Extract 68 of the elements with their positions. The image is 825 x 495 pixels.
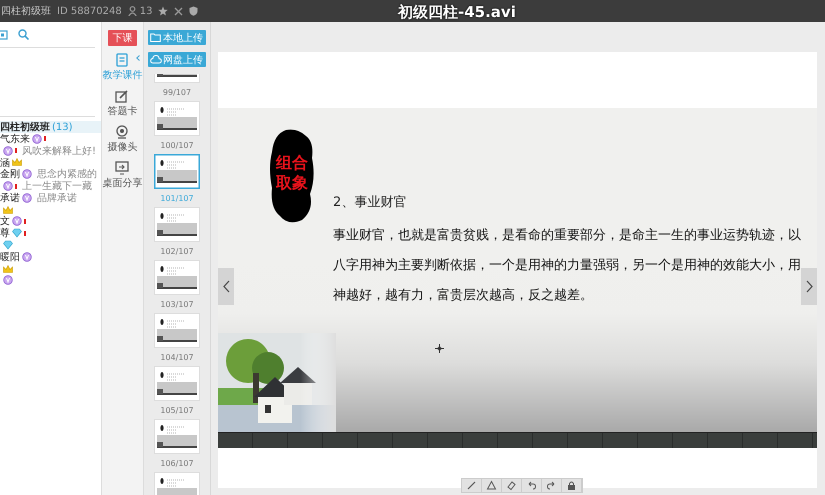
diamond-icon <box>12 228 22 238</box>
crown-icon <box>3 204 13 215</box>
tool-button[interactable]: 答题卡 <box>102 89 143 118</box>
vip-badge-icon <box>3 275 13 286</box>
edit-icon <box>115 89 130 103</box>
folder-icon <box>150 32 162 43</box>
previous-page-button[interactable] <box>218 268 234 305</box>
eraser-icon <box>506 480 517 491</box>
tool-button[interactable]: 摄像头 <box>102 125 143 154</box>
cross-icon[interactable] <box>174 6 184 16</box>
webcam-icon <box>115 125 130 139</box>
page-number: 106/107 <box>160 459 194 468</box>
lock-icon <box>566 480 577 491</box>
page-number: 99/107 <box>162 88 192 97</box>
page-number: 105/107 <box>160 406 194 415</box>
undo-icon <box>526 480 537 491</box>
chat-message: 思念内紧感的 <box>37 168 97 180</box>
search-icon[interactable] <box>18 29 29 40</box>
vip-badge-icon <box>22 252 32 262</box>
group-row[interactable]: 四柱初级班 (13) <box>0 121 101 133</box>
chevron-right-icon <box>806 280 812 293</box>
user-name: 文 <box>0 214 10 228</box>
user-name: 承诺 <box>0 192 20 205</box>
document-icon <box>115 53 130 67</box>
user-name: 气东来 <box>0 132 30 146</box>
vip-badge-icon <box>22 169 32 180</box>
page-number: 104/107 <box>160 353 194 362</box>
page-number: 102/107 <box>160 247 194 256</box>
window-icon[interactable] <box>0 30 8 40</box>
member-count: 13 <box>140 6 152 16</box>
page-number: 100/107 <box>160 141 194 150</box>
slide-paragraph: 事业财官，也就是富贵贫贱，是看命的重要部分，是命主一生的事业运势轨迹，以八字用神为主要判断依据，一个是用神的力量强弱，另一个是用神的效能大小，用神越好，越有力，富贵层次越高，反之越差。 <box>333 227 802 305</box>
vip-badge-icon <box>32 134 42 144</box>
room-id: ID 58870248 <box>57 6 122 16</box>
chat-message: 风吹来解释上好! <box>22 144 96 158</box>
tool-button[interactable]: 桌面分享 <box>102 161 143 190</box>
pen-icon <box>466 480 477 491</box>
vip-badge-icon <box>3 146 13 156</box>
crown-icon <box>12 157 22 168</box>
user-name: 暖阳 <box>0 250 20 264</box>
end-class-button[interactable]: 下课 <box>108 30 137 46</box>
user-name: 金刚 <box>0 168 20 182</box>
user-name: 涵 <box>0 156 10 169</box>
page-number: 103/107 <box>160 300 194 309</box>
room-name: 四柱初级班 <box>1 4 51 18</box>
slide-thumbnail[interactable] <box>154 154 200 189</box>
video-title: 初级四柱-45.avi <box>398 3 516 22</box>
page-number: 101/107 <box>160 194 194 203</box>
ink-blot-label: 组合取象 <box>268 128 316 224</box>
star-icon[interactable] <box>158 6 168 16</box>
chat-message: 上一生藏下一藏 <box>22 180 92 192</box>
redo-icon <box>546 480 557 491</box>
move-cursor-icon <box>435 344 444 353</box>
chat-message: 品牌承诺 <box>37 192 77 205</box>
next-page-button[interactable] <box>801 268 817 305</box>
crown-icon <box>3 264 13 274</box>
triangle-icon <box>486 480 497 491</box>
user-name: 尊 <box>0 226 10 240</box>
person-icon <box>128 6 137 16</box>
vip-badge-icon <box>12 216 22 226</box>
vip-badge-icon <box>3 181 13 192</box>
monitor-icon <box>115 161 130 175</box>
diamond-icon <box>3 240 13 250</box>
slide-heading: 2、事业财官 <box>333 194 408 211</box>
chevron-left-icon <box>222 280 230 293</box>
shield-icon[interactable] <box>189 6 198 16</box>
cloud-icon <box>150 54 162 65</box>
vip-badge-icon <box>22 192 32 203</box>
